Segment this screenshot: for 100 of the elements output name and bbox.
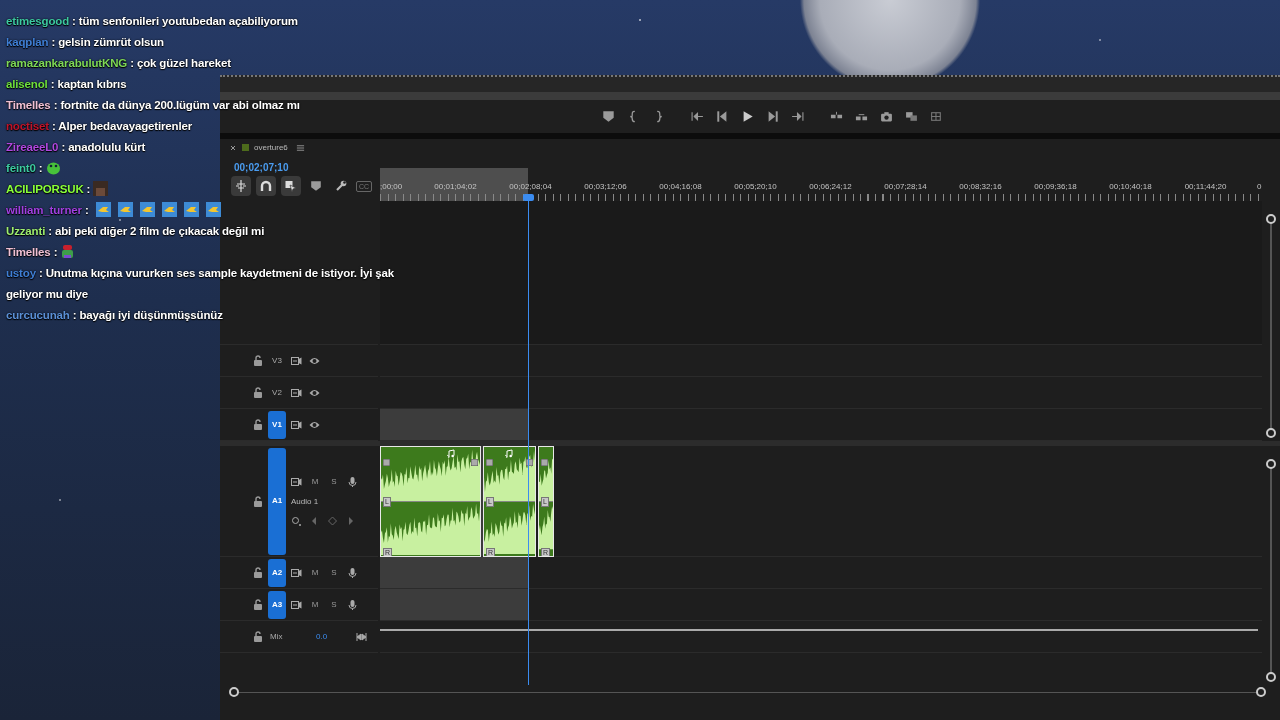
playhead-handle[interactable]	[523, 194, 534, 201]
wrench-icon[interactable]	[335, 180, 347, 192]
track-target[interactable]: V2	[268, 378, 286, 407]
lock-icon[interactable]	[253, 567, 263, 578]
chat-username: william_turner	[6, 204, 82, 216]
linked-selection-icon	[285, 180, 297, 192]
lock-icon[interactable]	[253, 355, 263, 366]
track-output-icon[interactable]	[291, 419, 302, 430]
ruler-label: 00;02;08;04	[508, 181, 553, 193]
ruler-label: 00;11;44;20	[1183, 181, 1228, 193]
emote-icon	[45, 160, 61, 175]
mix-volume-value[interactable]: 0.0	[316, 630, 356, 643]
chat-message: :	[37, 162, 43, 174]
close-icon[interactable]	[229, 143, 237, 152]
chat-message: Uzzanti : abi peki diğer 2 film de çıkacak değil mi	[6, 224, 265, 239]
chat-username: ACILIPORSUK	[6, 183, 84, 195]
track-target[interactable]: V3	[268, 346, 286, 375]
solo-button[interactable]: S	[328, 566, 340, 579]
chat-message: Timelles : fortnite da dünya 200.lügüm var abi olmaz mı	[6, 98, 300, 113]
sequence-tab[interactable]: overture6	[254, 141, 288, 154]
emote-photo	[93, 181, 109, 196]
ruler-label: 00;08;32;16	[958, 181, 1003, 193]
volume-keyframe-icon[interactable]	[291, 516, 302, 526]
track-target[interactable]: A3	[268, 590, 286, 619]
track-output-icon[interactable]	[291, 599, 302, 610]
ruler-label: 0	[1256, 181, 1262, 193]
marker-icon[interactable]	[602, 110, 615, 123]
chat-message: ramazankarabulutKNG : çok güzel hareket	[6, 56, 231, 71]
emote-icon	[95, 202, 111, 217]
ruler-label: 00;01;04;02	[433, 181, 478, 193]
chat-message: kaqplan : gelsin zümrüt olsun	[6, 35, 164, 50]
track-target[interactable]: A1	[268, 447, 286, 555]
step-back-icon[interactable]	[716, 110, 729, 123]
chat-message: ustoy : Unutma kıçına vururken ses sample kaydetmeni de istiyor. İyi şak geliyor mu diye	[6, 266, 396, 302]
ruler-label: 00;07;28;14	[883, 181, 928, 193]
lock-icon[interactable]	[253, 631, 263, 642]
lock-icon[interactable]	[253, 419, 263, 430]
chat-username: feint0	[6, 162, 36, 174]
play-icon[interactable]	[741, 110, 754, 123]
mix-label: Mix	[270, 630, 284, 643]
timecode: 00;02;07;10	[234, 160, 289, 175]
emote-icon	[60, 244, 76, 259]
magnet-icon	[260, 180, 272, 192]
microphone-icon[interactable]	[347, 477, 358, 487]
mute-button[interactable]: M	[309, 598, 321, 611]
track-name: Audio 1	[291, 496, 320, 508]
ruler-label: 00;06;24;12	[808, 181, 853, 193]
solo-button[interactable]: S	[328, 476, 340, 488]
chat-message: alisenol : kaptan kıbrıs	[6, 77, 127, 92]
grid-icon[interactable]	[930, 110, 943, 123]
nest-icon	[235, 180, 247, 192]
music-note-icon	[505, 449, 513, 458]
linked-selection-button[interactable]	[281, 176, 301, 196]
emote-icon	[117, 202, 133, 217]
lock-icon[interactable]	[253, 387, 263, 398]
eye-icon[interactable]	[309, 419, 320, 430]
chat-message: :	[85, 183, 91, 195]
overlap-icon[interactable]	[905, 110, 918, 123]
step-forward-icon[interactable]	[766, 110, 779, 123]
mute-button[interactable]: M	[309, 566, 321, 579]
track-output-icon[interactable]	[291, 355, 302, 366]
ruler-label: 00;05;20;10	[733, 181, 778, 193]
marker-icon[interactable]	[310, 180, 322, 192]
go-to-out-icon[interactable]	[791, 110, 804, 123]
microphone-icon[interactable]	[347, 599, 358, 610]
ruler-label: 00;09;36;18	[1033, 181, 1078, 193]
emote-icon	[161, 202, 177, 217]
chat-message: :	[52, 246, 58, 258]
lock-icon[interactable]	[253, 599, 263, 610]
lock-icon[interactable]	[253, 495, 263, 507]
chat-message: :	[83, 204, 89, 216]
track-output-icon[interactable]	[291, 567, 302, 578]
emote-icon	[139, 202, 155, 217]
camera-icon[interactable]	[880, 110, 893, 123]
ruler-label: 00;03;12;06	[583, 181, 628, 193]
chat-message: curcucunah : bayağı iyi düşünmüşsünüz	[6, 308, 223, 323]
eye-icon[interactable]	[309, 355, 320, 366]
go-to-in-icon[interactable]	[691, 110, 704, 123]
ruler-label: 00;04;16;08	[658, 181, 703, 193]
emote-icon	[205, 202, 221, 217]
mute-button[interactable]: M	[309, 476, 321, 488]
track-target[interactable]: V1	[268, 410, 286, 439]
chat-username: Timelles	[6, 246, 51, 258]
emote-icon	[183, 202, 199, 217]
sequence-color-swatch	[242, 144, 249, 151]
chat-message: noctiset : Alper bedavayagetirenler	[6, 119, 193, 134]
ruler-label: 00;10;40;18	[1108, 181, 1153, 193]
track-output-icon[interactable]	[291, 387, 302, 398]
chat-message: ZireaeeL0 : anadolulu kürt	[6, 140, 146, 155]
bowtie-icon[interactable]	[356, 631, 367, 642]
eye-icon[interactable]	[309, 387, 320, 398]
nest-button[interactable]	[231, 176, 251, 196]
microphone-icon[interactable]	[347, 567, 358, 578]
track-output-icon[interactable]	[291, 477, 302, 487]
ruler-label: ;00;00	[380, 181, 404, 193]
track-target[interactable]: A2	[268, 558, 286, 587]
magnet-button[interactable]	[256, 176, 276, 196]
menu-icon[interactable]	[295, 143, 305, 152]
solo-button[interactable]: S	[328, 598, 340, 611]
music-note-icon	[447, 449, 455, 458]
